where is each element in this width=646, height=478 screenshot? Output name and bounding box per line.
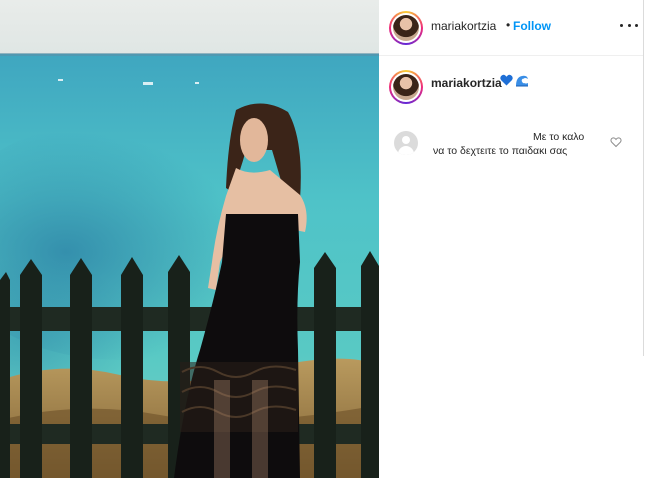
- more-options-icon[interactable]: [620, 16, 638, 34]
- caption: mariakortzia: [379, 70, 643, 106]
- caption-author-avatar[interactable]: [389, 70, 423, 104]
- heart-outline-icon[interactable]: [610, 136, 622, 148]
- post-header: mariakortzia • Follow: [379, 0, 643, 56]
- default-avatar-icon[interactable]: [394, 131, 418, 155]
- post-photo[interactable]: [0, 0, 379, 478]
- separator-dot: •: [506, 18, 511, 32]
- author-username[interactable]: mariakortzia: [431, 19, 496, 33]
- follow-button[interactable]: Follow: [513, 19, 551, 33]
- author-avatar-image: [393, 15, 419, 41]
- caption-username[interactable]: mariakortzia: [431, 76, 502, 90]
- blue-heart-emoji: [500, 74, 513, 86]
- comment-item: Με το καλο να το δεχτειτε το παιδακι σας: [379, 128, 643, 164]
- caption-emojis: [500, 74, 529, 87]
- panel-scroll-edge: [643, 0, 644, 356]
- post-photo-image: [0, 0, 379, 478]
- post-side-panel: mariakortzia • Follow mariakortzia Με το…: [379, 0, 646, 478]
- comment-text-line-2: να το δεχτειτε το παιδακι σας: [433, 145, 568, 157]
- comment-text-line-1: Με το καλο: [533, 131, 585, 143]
- author-avatar[interactable]: [389, 11, 423, 45]
- water-wave-emoji: [516, 75, 528, 87]
- caption-author-avatar-image: [393, 74, 419, 100]
